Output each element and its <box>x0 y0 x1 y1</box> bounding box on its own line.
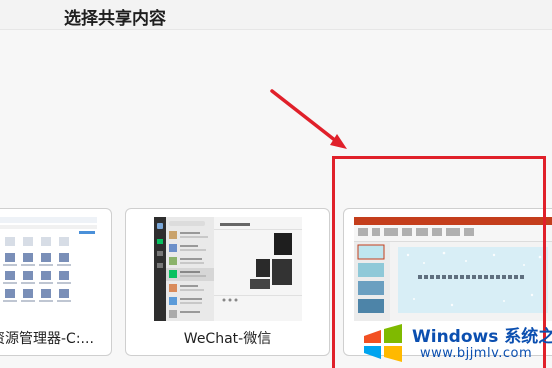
window-card-wechat[interactable]: WeChat-微信 <box>125 208 330 356</box>
dialog-header: 选择共享内容 <box>0 0 552 30</box>
watermark-brand-name: Windows <box>412 327 499 347</box>
powerpoint-thumbnail <box>354 217 552 321</box>
wechat-thumbnail <box>154 217 302 321</box>
explorer-thumbnail <box>0 217 97 321</box>
dialog-title: 选择共享内容 <box>64 9 166 29</box>
wechat-window-label: WeChat-微信 <box>183 331 272 347</box>
watermark-brand-suffix: 系统之家 <box>504 327 552 347</box>
watermark-brand: Windows 系统之家 <box>412 322 552 347</box>
explorer-window-label: 资源管理器-C:... <box>0 331 94 347</box>
windows-logo-icon <box>364 324 402 362</box>
watermark: Windows 系统之家 www.bjjmlv.com <box>362 318 552 366</box>
window-card-explorer[interactable]: 资源管理器-C:... <box>0 208 112 356</box>
watermark-url: www.bjjmlv.com <box>420 346 533 361</box>
